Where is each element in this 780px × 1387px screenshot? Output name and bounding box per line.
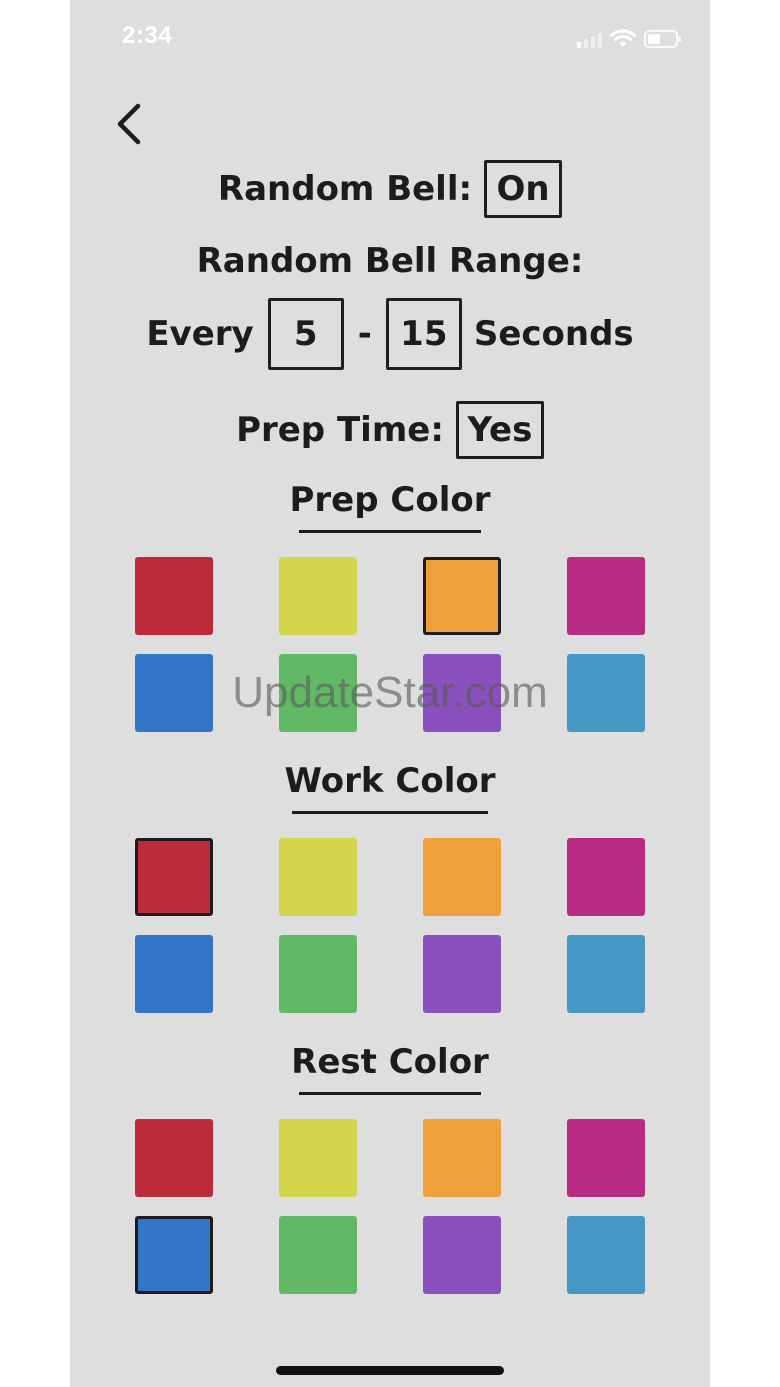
random-bell-toggle[interactable]: On	[484, 160, 563, 218]
rest-color-swatch-1[interactable]	[135, 1119, 213, 1197]
prep-color-swatch-8[interactable]	[567, 654, 645, 732]
rest-color-underline	[299, 1092, 481, 1095]
work-color-swatch-2[interactable]	[279, 838, 357, 916]
prep-color-swatch-3[interactable]	[423, 557, 501, 635]
work-color-swatch-4[interactable]	[567, 838, 645, 916]
home-indicator[interactable]	[276, 1366, 504, 1375]
battery-icon	[644, 29, 682, 49]
rest-color-swatch-7[interactable]	[423, 1216, 501, 1294]
prep-time-row: Prep Time: Yes	[70, 401, 710, 459]
prep-time-toggle[interactable]: Yes	[455, 401, 544, 459]
prep-color-swatch-5[interactable]	[135, 654, 213, 732]
chevron-left-icon	[117, 103, 141, 145]
range-max-input[interactable]: 15	[385, 298, 462, 370]
rest-color-swatch-8[interactable]	[567, 1216, 645, 1294]
every-label: Every	[146, 314, 254, 354]
rest-color-swatch-4[interactable]	[567, 1119, 645, 1197]
app-screen: 2:34 Random Bell: On Random Bell Range: …	[70, 0, 710, 1387]
status-time: 2:34	[122, 22, 173, 49]
random-bell-row: Random Bell: On	[70, 160, 710, 218]
prep-time-label: Prep Time:	[236, 410, 444, 450]
work-color-swatch-8[interactable]	[567, 935, 645, 1013]
work-color-underline	[292, 811, 488, 814]
back-button[interactable]	[108, 96, 152, 152]
range-separator: -	[357, 314, 372, 354]
random-bell-range-label: Random Bell Range:	[196, 241, 584, 281]
wifi-icon	[610, 29, 636, 49]
rest-color-swatch-5[interactable]	[135, 1216, 213, 1294]
work-color-swatch-7[interactable]	[423, 935, 501, 1013]
rest-color-swatch-3[interactable]	[423, 1119, 501, 1197]
cellular-signal-icon	[577, 30, 602, 48]
work-color-swatch-3[interactable]	[423, 838, 501, 916]
prep-color-underline	[299, 530, 481, 533]
prep-color-swatch-4[interactable]	[567, 557, 645, 635]
status-icons	[577, 26, 682, 52]
prep-color-swatch-2[interactable]	[279, 557, 357, 635]
prep-color-swatch-6[interactable]	[279, 654, 357, 732]
rest-color-title: Rest Color	[291, 1042, 489, 1082]
prep-color-title: Prep Color	[289, 480, 491, 520]
rest-color-swatch-6[interactable]	[279, 1216, 357, 1294]
work-color-title: Work Color	[284, 761, 496, 801]
rest-color-swatch-2[interactable]	[279, 1119, 357, 1197]
seconds-label: Seconds	[473, 314, 634, 354]
range-min-input[interactable]: 5	[267, 298, 344, 370]
work-color-swatch-6[interactable]	[279, 935, 357, 1013]
work-color-swatch-1[interactable]	[135, 838, 213, 916]
range-input-row: Every 5 - 15 Seconds	[70, 298, 710, 370]
random-bell-range-row: Random Bell Range:	[70, 236, 710, 286]
prep-color-swatch-7[interactable]	[423, 654, 501, 732]
prep-color-swatch-1[interactable]	[135, 557, 213, 635]
work-color-swatch-5[interactable]	[135, 935, 213, 1013]
random-bell-label: Random Bell:	[217, 169, 473, 209]
